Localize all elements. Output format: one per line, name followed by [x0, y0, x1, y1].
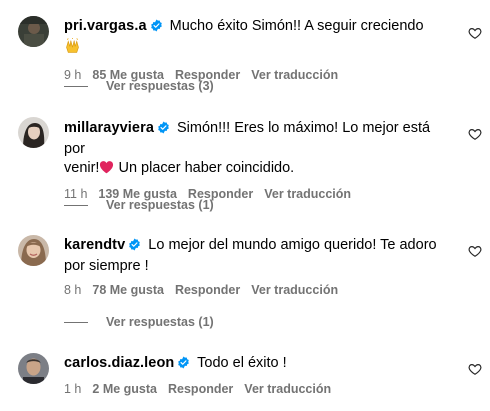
avatar-image [18, 235, 49, 266]
comment-text: millarayviera Simón!!! Eres lo máximo! L… [64, 119, 444, 180]
avatar[interactable] [18, 353, 49, 384]
replies-divider-line [64, 86, 88, 88]
raising-hands-emoji [64, 37, 81, 61]
replies-divider-line [64, 322, 88, 324]
username[interactable]: millarayviera [64, 120, 154, 136]
comment-body-line1: Lo mejor del mundo amigo querido! Te ado… [148, 237, 437, 253]
timestamp[interactable]: 8 h [64, 283, 81, 297]
timestamp[interactable]: 1 h [64, 382, 81, 396]
comment-body-line2a: venir! [64, 160, 100, 176]
verified-badge-icon [157, 121, 170, 140]
translate-button[interactable]: Ver traducción [251, 68, 338, 82]
username[interactable]: karendtv [64, 237, 125, 253]
translate-button[interactable]: Ver traducción [244, 382, 331, 396]
verified-badge-icon [177, 356, 190, 375]
avatar-image [18, 16, 49, 47]
translate-button[interactable]: Ver traducción [264, 187, 351, 201]
view-replies-label: Ver respuestas (1) [106, 315, 214, 329]
comment-body-line2: por siempre ! [64, 258, 149, 274]
avatar[interactable] [18, 235, 49, 266]
heart-outline-icon[interactable] [468, 127, 482, 141]
comment-text: pri.vargas.a Mucho éxito Simón!! A segui… [64, 17, 444, 61]
avatar-image [18, 353, 49, 384]
username[interactable]: pri.vargas.a [64, 18, 147, 34]
avatar-image [18, 117, 49, 148]
comment-text: carlos.diaz.leon Todo el éxito ! [64, 354, 444, 375]
comment-body-line2b: Un placer haber coincidido. [114, 160, 295, 176]
avatar[interactable] [18, 117, 49, 148]
reply-button[interactable]: Responder [175, 283, 240, 297]
heart-outline-icon[interactable] [468, 26, 482, 40]
likes-count[interactable]: 78 Me gusta [92, 283, 164, 297]
comment-body: Todo el éxito ! [197, 355, 287, 371]
heart-outline-icon[interactable] [468, 362, 482, 376]
avatar[interactable] [18, 16, 49, 47]
translate-button[interactable]: Ver traducción [251, 283, 338, 297]
likes-count[interactable]: 2 Me gusta [92, 382, 157, 396]
comment-meta: 1 h 2 Me gusta Responder Ver traducción [64, 382, 444, 396]
reply-button[interactable]: Responder [168, 382, 233, 396]
comment-body: Mucho éxito Simón!! A seguir creciendo [169, 18, 424, 34]
view-replies-button[interactable]: Ver respuestas (1) [64, 198, 214, 212]
comment-meta: 8 h 78 Me gusta Responder Ver traducción [64, 283, 444, 297]
view-replies-label: Ver respuestas (3) [106, 79, 214, 93]
username[interactable]: carlos.diaz.leon [64, 355, 174, 371]
view-replies-button[interactable]: Ver respuestas (3) [64, 79, 214, 93]
red-heart-emoji [99, 160, 114, 180]
verified-badge-icon [128, 238, 141, 257]
verified-badge-icon [150, 19, 163, 38]
view-replies-label: Ver respuestas (1) [106, 198, 214, 212]
heart-outline-icon[interactable] [468, 244, 482, 258]
comment-text: karendtv Lo mejor del mundo amigo querid… [64, 236, 444, 276]
view-replies-button[interactable]: Ver respuestas (1) [64, 315, 214, 329]
replies-divider-line [64, 205, 88, 207]
